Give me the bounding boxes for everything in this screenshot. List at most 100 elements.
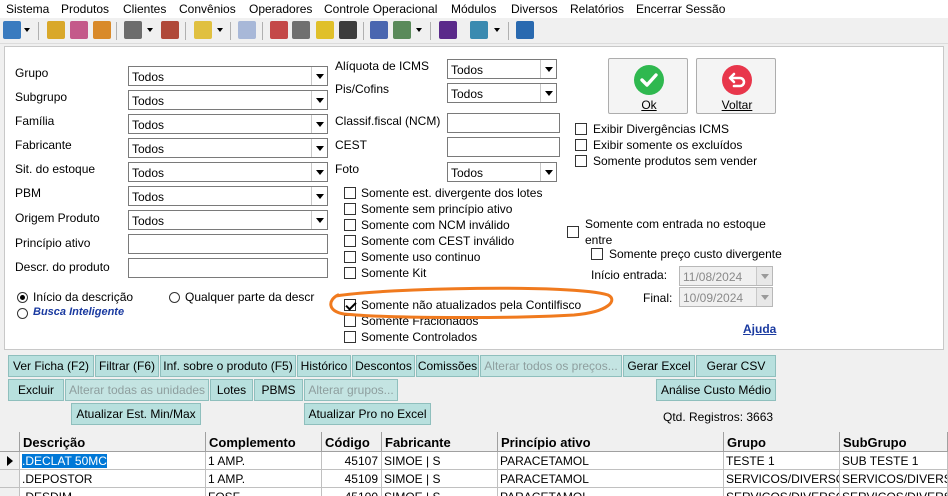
comissoes-button[interactable]: Comissões — [416, 355, 479, 377]
cell-codigo[interactable]: 45107 — [322, 452, 382, 470]
network-icon[interactable] — [393, 21, 411, 39]
table-row[interactable]: .DESDIM — [20, 488, 206, 496]
chevron-down-icon[interactable] — [311, 187, 327, 205]
chevron-down-icon[interactable] — [540, 84, 556, 102]
card-icon[interactable] — [124, 21, 142, 39]
chevron-down-icon[interactable] — [540, 163, 556, 181]
descontos-button[interactable]: Descontos — [352, 355, 415, 377]
pbms-button[interactable]: PBMS — [254, 379, 303, 401]
foto-select[interactable]: Todos — [447, 162, 557, 182]
ncm-input[interactable] — [447, 113, 560, 133]
chart-icon[interactable] — [439, 21, 457, 39]
table-row[interactable]: .DECLAT 50MC — [20, 452, 206, 470]
cell-subgrupo[interactable]: SERVICOS/DIVERSOS — [840, 488, 948, 496]
menu-produtos[interactable]: Produtos — [61, 2, 109, 16]
chevron-down-icon[interactable] — [311, 139, 327, 157]
bell-icon[interactable] — [316, 21, 334, 39]
chevron-down-icon[interactable] — [540, 60, 556, 78]
menu-convenios[interactable]: Convênios — [179, 2, 236, 16]
pbm-select[interactable]: Todos — [128, 186, 328, 206]
table-row[interactable]: .DEPOSTOR — [20, 470, 206, 488]
menu-modulos[interactable]: Módulos — [451, 2, 496, 16]
filtrar-button[interactable]: Filtrar (F6) — [95, 355, 159, 377]
col-codigo[interactable]: Código — [322, 432, 382, 452]
menu-sistema[interactable]: Sistema — [6, 2, 49, 16]
excluir-button[interactable]: Excluir — [8, 379, 64, 401]
preco-custo-checkbox[interactable] — [591, 248, 603, 260]
ncm-invalido-checkbox[interactable] — [344, 219, 356, 231]
row-indicator[interactable] — [0, 470, 20, 488]
gerar-csv-button[interactable]: Gerar CSV — [696, 355, 776, 377]
atualizar-pro-button[interactable]: Atualizar Pro no Excel — [304, 403, 431, 425]
uso-continuo-checkbox[interactable] — [344, 251, 356, 263]
chevron-down-icon[interactable] — [311, 67, 327, 85]
menu-diversos[interactable]: Diversos — [511, 2, 558, 16]
boxes-icon[interactable] — [70, 21, 88, 39]
principio-ativo-input[interactable] — [128, 234, 328, 254]
sit-estoque-select[interactable]: Todos — [128, 162, 328, 182]
col-principio-ativo[interactable]: Princípio ativo — [498, 432, 724, 452]
eraser-icon[interactable] — [270, 21, 288, 39]
cell-complemento[interactable]: 1 AMP. — [206, 452, 322, 470]
busca-inteligente-radio[interactable] — [17, 308, 28, 319]
atualizar-est-button[interactable]: Atualizar Est. Min/Max — [71, 403, 201, 425]
sem-vender-checkbox[interactable] — [575, 155, 587, 167]
col-descricao[interactable]: Descrição — [20, 432, 206, 452]
cell-fabricante[interactable]: SIMOE | S — [382, 470, 498, 488]
aliquota-icms-select[interactable]: Todos — [447, 59, 557, 79]
cell-grupo[interactable]: SERVICOS/DIVERSOS — [724, 470, 840, 488]
products-box-icon[interactable] — [47, 21, 65, 39]
info-produto-button[interactable]: Inf. sobre o produto (F5) — [160, 355, 296, 377]
row-indicator[interactable] — [0, 452, 20, 470]
cell-principio-ativo[interactable]: PARACETAMOL — [498, 452, 724, 470]
somente-excluidos-checkbox[interactable] — [575, 139, 587, 151]
col-subgrupo[interactable]: SubGrupo — [840, 432, 948, 452]
kit-checkbox[interactable] — [344, 267, 356, 279]
final-date[interactable]: 10/09/2024 — [679, 287, 773, 307]
grupo-select[interactable]: Todos — [128, 66, 328, 86]
menu-relatorios[interactable]: Relatórios — [570, 2, 624, 16]
exit-icon[interactable] — [516, 21, 534, 39]
cell-principio-ativo[interactable]: PARACETAMOL — [498, 488, 724, 496]
chevron-down-icon[interactable] — [494, 28, 500, 32]
chevron-down-icon[interactable] — [311, 91, 327, 109]
familia-select[interactable]: Todos — [128, 114, 328, 134]
col-fabricante[interactable]: Fabricante — [382, 432, 498, 452]
subgrupo-select[interactable]: Todos — [128, 90, 328, 110]
search-icon[interactable] — [292, 21, 310, 39]
origem-produto-select[interactable]: Todos — [128, 210, 328, 230]
chevron-down-icon[interactable] — [311, 211, 327, 229]
cell-complemento[interactable]: FOSF — [206, 488, 322, 496]
chevron-down-icon[interactable] — [311, 163, 327, 181]
cell-codigo[interactable]: 45109 — [322, 470, 382, 488]
cell-complemento[interactable]: 1 AMP. — [206, 470, 322, 488]
divergencias-icms-checkbox[interactable] — [575, 123, 587, 135]
row-indicator[interactable] — [0, 488, 20, 496]
cell-subgrupo[interactable]: SUB TESTE 1 — [840, 452, 948, 470]
menu-controle-operacional[interactable]: Controle Operacional — [324, 2, 437, 16]
inicio-entrada-date[interactable]: 11/08/2024 — [679, 266, 773, 286]
entrada-estoque-checkbox[interactable] — [567, 226, 579, 238]
chevron-down-icon[interactable] — [311, 115, 327, 133]
cash-register-icon[interactable] — [3, 21, 21, 39]
chevron-down-icon[interactable] — [416, 28, 422, 32]
gerar-excel-button[interactable]: Gerar Excel — [623, 355, 695, 377]
menu-operadores[interactable]: Operadores — [249, 2, 312, 16]
document-icon[interactable] — [194, 21, 212, 39]
chevron-down-icon[interactable] — [217, 28, 223, 32]
lotes-button[interactable]: Lotes — [210, 379, 253, 401]
alterar-grupos-button[interactable]: Alterar grupos... — [304, 379, 398, 401]
menu-clientes[interactable]: Clientes — [123, 2, 166, 16]
menu-encerrar-sessao[interactable]: Encerrar Sessão — [636, 2, 725, 16]
chevron-down-icon[interactable] — [756, 267, 772, 285]
cell-grupo[interactable]: SERVICOS/DIVERSOS — [724, 488, 840, 496]
analise-custo-button[interactable]: Análise Custo Médio — [656, 379, 776, 401]
descr-produto-input[interactable] — [128, 258, 328, 278]
chevron-down-icon[interactable] — [147, 28, 153, 32]
voltar-button[interactable]: Voltar — [696, 58, 776, 114]
sem-principio-checkbox[interactable] — [344, 203, 356, 215]
pis-cofins-select[interactable]: Todos — [447, 83, 557, 103]
chevron-down-icon[interactable] — [756, 288, 772, 306]
est-divergente-checkbox[interactable] — [344, 187, 356, 199]
cell-fabricante[interactable]: SIMOE | S — [382, 488, 498, 496]
